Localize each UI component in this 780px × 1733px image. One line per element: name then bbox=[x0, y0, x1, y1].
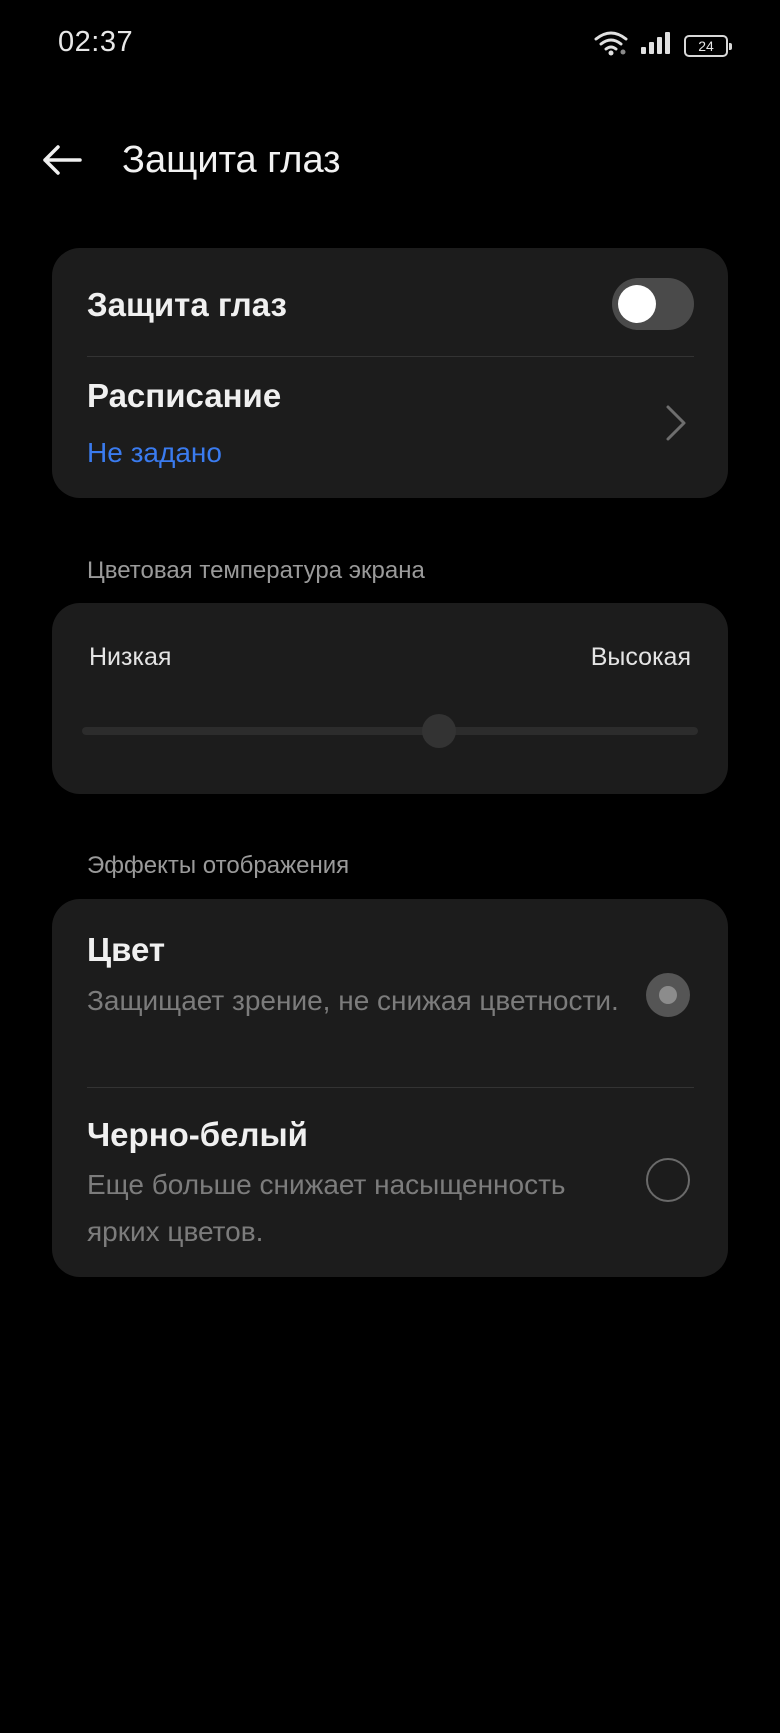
battery-level: 24 bbox=[698, 37, 714, 54]
color-temperature-card: Низкая Высокая bbox=[52, 603, 728, 794]
radio-button-color[interactable] bbox=[646, 973, 690, 1017]
eye-protection-card: Защита глаз Расписание Не задано bbox=[52, 248, 728, 498]
wifi-icon bbox=[594, 30, 628, 61]
option-title: Черно-белый bbox=[87, 1116, 308, 1153]
back-button[interactable] bbox=[36, 134, 88, 186]
eye-protection-toggle[interactable] bbox=[612, 278, 694, 330]
schedule-label: Расписание bbox=[87, 377, 282, 414]
arrow-left-icon bbox=[43, 145, 82, 175]
status-time: 02:37 bbox=[58, 26, 134, 58]
schedule-value: Не задано bbox=[87, 437, 222, 468]
option-black-white[interactable]: Черно-белый Еще больше снижает насыщенно… bbox=[52, 1088, 728, 1277]
battery-icon: 24 bbox=[684, 34, 732, 57]
status-icons: 24 bbox=[594, 30, 732, 61]
toggle-knob bbox=[618, 285, 656, 323]
slider-high-label: Высокая bbox=[590, 643, 691, 671]
radio-button-black-white[interactable] bbox=[646, 1158, 690, 1202]
option-title: Цвет bbox=[87, 931, 166, 968]
color-temperature-slider[interactable] bbox=[82, 714, 698, 748]
option-description: Еще больше снижает насыщенность ярких цв… bbox=[87, 1169, 566, 1247]
eye-protection-label: Защита глаз bbox=[87, 286, 287, 323]
display-effects-section-label: Эффекты отображения bbox=[87, 852, 350, 879]
signal-icon bbox=[640, 31, 672, 60]
slider-low-label: Низкая bbox=[89, 643, 172, 671]
option-color[interactable]: Цвет Защищает зрение, не снижая цветност… bbox=[52, 899, 728, 1087]
slider-thumb[interactable] bbox=[422, 714, 457, 748]
chevron-right-icon bbox=[666, 405, 686, 441]
color-temperature-section-label: Цветовая температура экрана bbox=[87, 557, 425, 584]
schedule-row[interactable]: Расписание Не задано bbox=[52, 357, 728, 498]
option-description: Защищает зрение, не снижая цветности. bbox=[87, 985, 619, 1016]
page-title: Защита глаз bbox=[122, 139, 341, 181]
eye-protection-screen: 02:37 24 Защита глаз Защита глаз Расписа… bbox=[0, 0, 780, 1733]
display-effects-card: Цвет Защищает зрение, не снижая цветност… bbox=[52, 899, 728, 1277]
